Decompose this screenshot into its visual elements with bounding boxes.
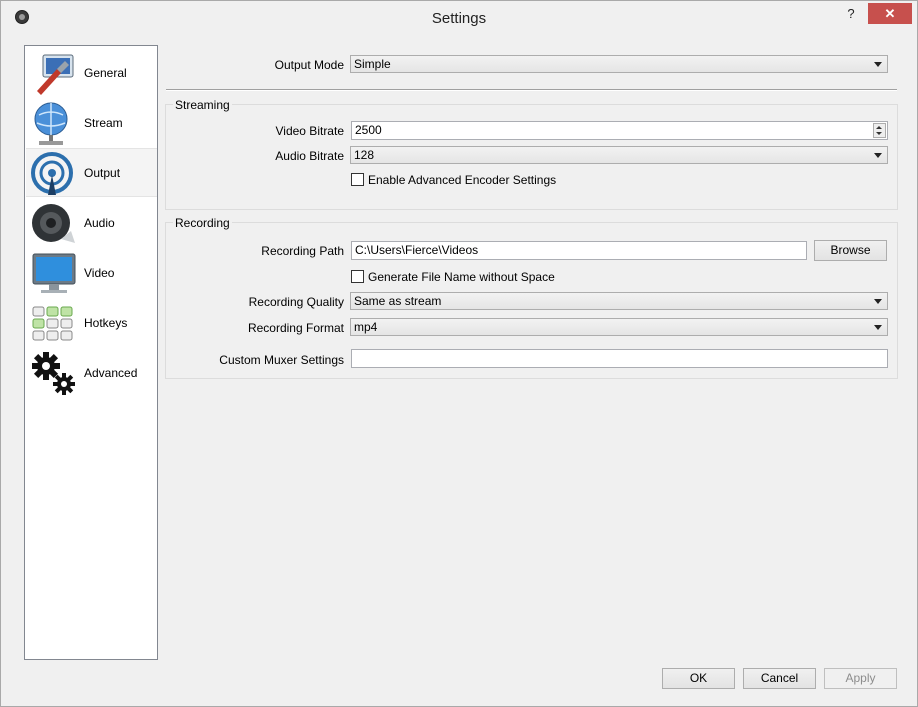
general-icon [31,51,77,97]
sidebar-item-advanced[interactable]: Advanced [26,349,157,398]
sidebar-item-general[interactable]: General [26,49,157,98]
video-bitrate-spinbox[interactable]: 2500 [351,121,888,140]
video-icon [31,251,77,297]
advanced-encoder-checkbox[interactable] [351,173,364,186]
recording-format-label: Recording Format [247,321,344,335]
cancel-button[interactable]: Cancel [743,668,816,689]
sidebar-item-video[interactable]: Video [26,249,157,298]
output-mode-label: Output Mode [274,58,344,72]
recording-path-value: C:\Users\Fierce\Videos [355,243,479,257]
apply-button[interactable]: Apply [824,668,897,689]
advanced-encoder-label[interactable]: Enable Advanced Encoder Settings [368,173,556,187]
recording-group-title: Recording [173,216,232,230]
audio-icon [31,201,77,247]
output-icon [31,151,77,197]
divider-highlight [166,90,897,91]
recording-quality-value: Same as stream [354,294,442,308]
chevron-down-icon [874,299,882,304]
settings-window: Settings ? ✕ General Stream Output Audio… [0,0,918,707]
stream-icon [31,101,77,147]
streaming-group-title: Streaming [173,98,232,112]
recording-format-select[interactable]: mp4 [350,318,888,336]
audio-bitrate-label: Audio Bitrate [275,149,344,163]
recording-quality-label: Recording Quality [248,295,344,309]
close-button[interactable]: ✕ [868,3,912,24]
settings-category-list: General Stream Output Audio Video Hotkey… [24,45,158,660]
window-title: Settings [431,10,487,27]
custom-muxer-label: Custom Muxer Settings [219,353,344,367]
audio-bitrate-value: 128 [354,148,375,162]
hotkeys-icon [31,301,77,347]
sidebar-item-label: Audio [84,216,115,230]
chevron-down-icon [874,153,882,158]
video-bitrate-value: 2500 [355,123,382,137]
help-button[interactable]: ? [837,5,865,23]
sidebar-item-label: Output [84,166,121,180]
custom-muxer-input[interactable] [351,349,888,368]
chevron-down-icon [874,325,882,330]
spin-arrows-icon[interactable] [873,123,886,138]
ok-button[interactable]: OK [662,668,735,689]
sidebar-item-audio[interactable]: Audio [26,199,157,248]
sidebar-item-output[interactable]: Output [26,148,157,197]
sidebar-item-label: Video [84,266,115,280]
browse-button[interactable]: Browse [814,240,887,261]
sidebar-item-label: Stream [84,116,123,130]
recording-path-label: Recording Path [261,244,344,258]
filename-nospace-checkbox[interactable] [351,270,364,283]
sidebar-item-hotkeys[interactable]: Hotkeys [26,299,157,348]
sidebar-item-label: Advanced [84,366,138,380]
video-bitrate-label: Video Bitrate [275,124,345,138]
recording-format-value: mp4 [354,320,378,334]
audio-bitrate-select[interactable]: 128 [350,146,888,164]
chevron-down-icon [874,62,882,67]
recording-path-input[interactable]: C:\Users\Fierce\Videos [351,241,807,260]
output-mode-select[interactable]: Simple [350,55,888,73]
recording-quality-select[interactable]: Same as stream [350,292,888,310]
output-mode-value: Simple [354,57,391,71]
sidebar-item-label: Hotkeys [84,316,128,330]
filename-nospace-label[interactable]: Generate File Name without Space [368,270,555,284]
sidebar-item-stream[interactable]: Stream [26,99,157,148]
title-bar[interactable]: Settings ? ✕ [1,1,917,33]
advanced-icon [31,351,77,397]
sidebar-item-label: General [84,66,127,80]
